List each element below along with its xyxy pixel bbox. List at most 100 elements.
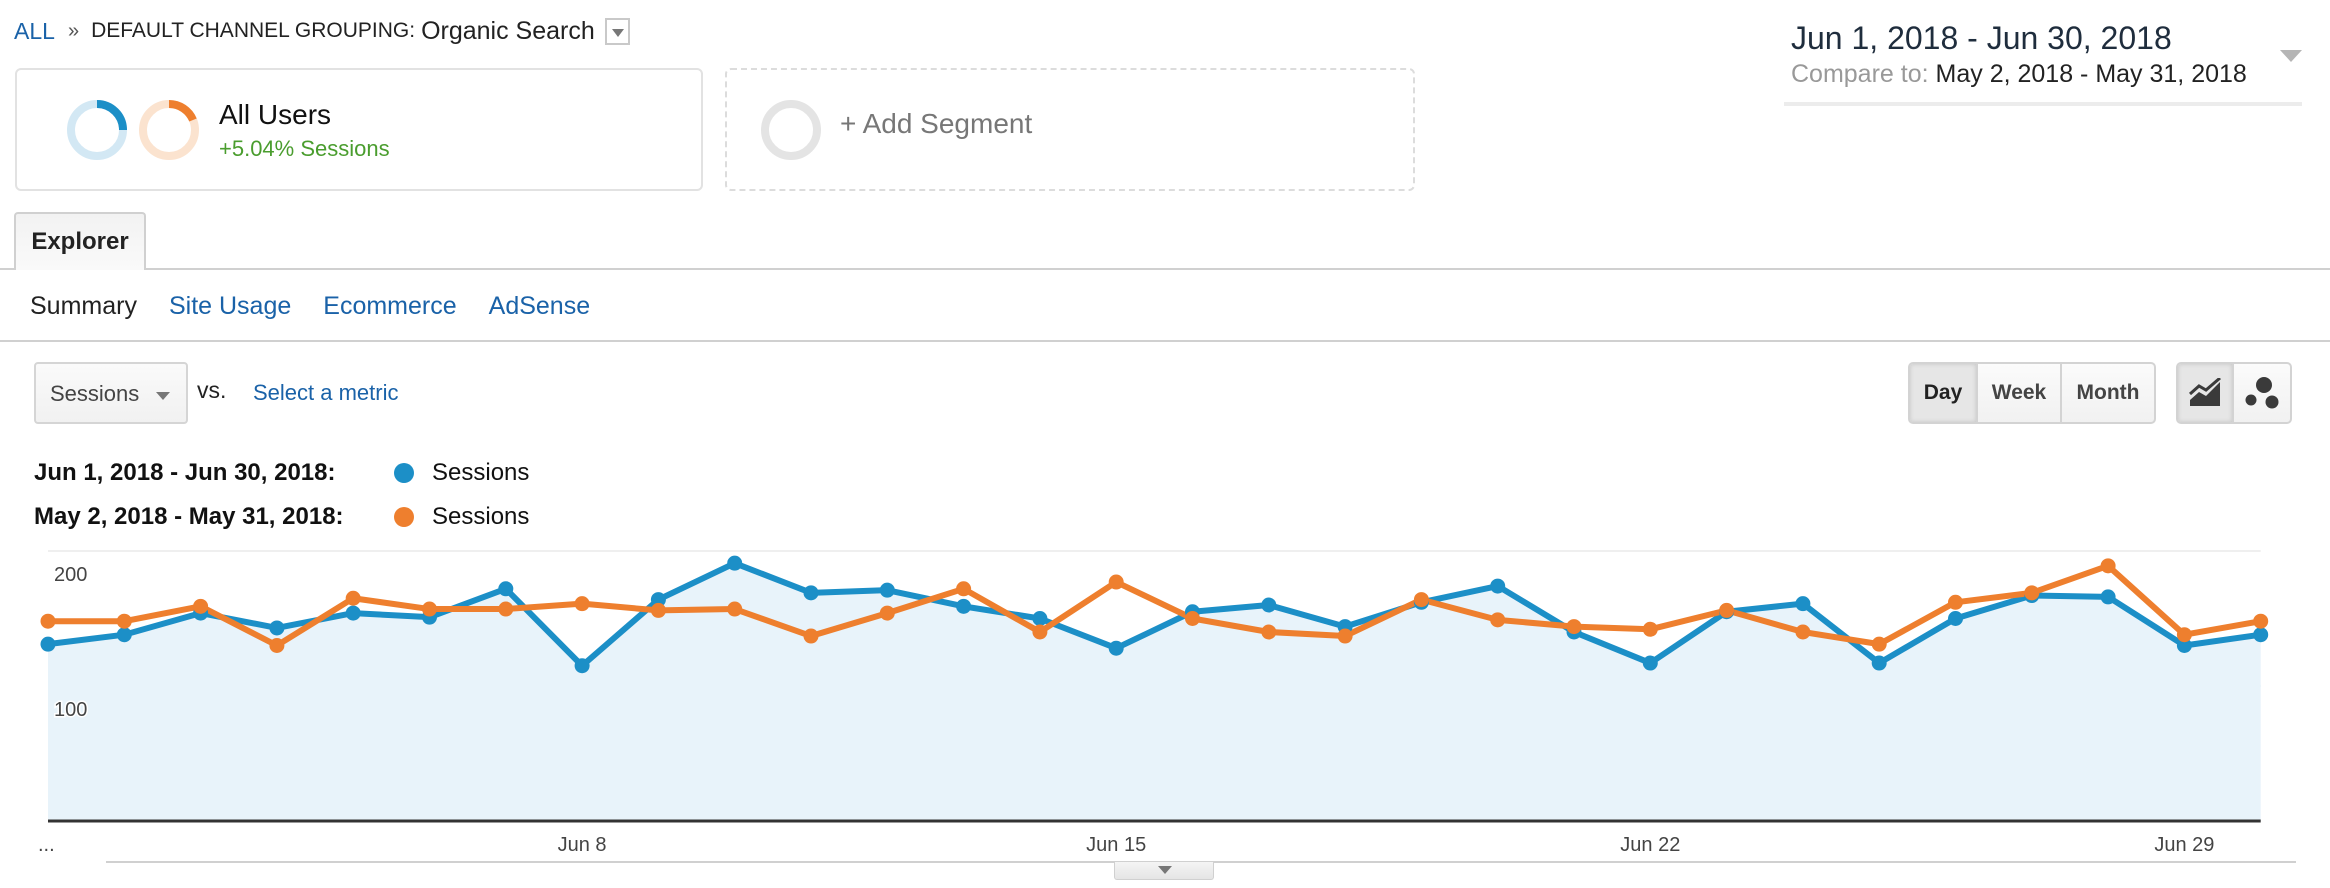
x-tick-label: Jun 22 [1620, 834, 1680, 856]
subtab-divider [0, 340, 2330, 342]
legend-item-compare: May 2, 2018 - May 31, 2018: Sessions [34, 502, 529, 532]
data-point [1032, 611, 1048, 626]
data-point [269, 620, 285, 636]
empty-segment-donut-icon [761, 100, 821, 160]
data-point [727, 555, 743, 571]
chart-type-toggle-group [2176, 362, 2292, 424]
data-point [1948, 611, 1963, 626]
data-point [193, 598, 209, 614]
date-range-main: Jun 1, 2018 - Jun 30, 2018 [1791, 20, 2172, 56]
line-chart-icon [2189, 378, 2221, 406]
data-point [2100, 589, 2116, 605]
x-tick-label: ... [38, 834, 55, 856]
data-point [574, 658, 590, 674]
legend-dot-icon [394, 507, 414, 527]
date-range-compare: Compare to: May 2, 2018 - May 31, 2018 [1791, 60, 2247, 89]
date-range-picker[interactable]: Jun 1, 2018 - Jun 30, 2018 Compare to: M… [1784, 18, 2302, 106]
segment-all-users[interactable]: All Users +5.04% Sessions [15, 68, 703, 191]
data-point [1566, 619, 1582, 635]
secondary-metric-link[interactable]: Select a metric [253, 380, 399, 406]
legend-range: May 2, 2018 - May 31, 2018: [34, 503, 344, 530]
data-point [40, 636, 56, 652]
data-point [956, 581, 972, 597]
x-tick-label: Jun 8 [558, 834, 607, 856]
sessions-line-chart: 100 200... Jun 8 Jun 15 Jun 22 Jun 29 [38, 550, 2269, 856]
add-segment-button[interactable]: + Add Segment [725, 68, 1415, 191]
data-point [956, 598, 972, 614]
data-point [2176, 627, 2192, 643]
data-point [1032, 624, 1048, 640]
data-point [498, 581, 514, 597]
data-point [879, 582, 895, 598]
data-point [269, 638, 285, 653]
data-point [1261, 624, 1277, 640]
breadcrumb: ALL » DEFAULT CHANNEL GROUPING: Organic … [14, 14, 630, 48]
subtab-site-usage[interactable]: Site Usage [169, 292, 291, 321]
explorer-subtabs: Summary Site Usage Ecommerce AdSense [30, 288, 622, 324]
compare-value: May 2, 2018 - May 31, 2018 [1935, 60, 2247, 88]
data-point [345, 605, 361, 621]
data-point [1871, 636, 1887, 652]
week-button[interactable]: Week [1978, 364, 2062, 422]
tab-explorer[interactable]: Explorer [14, 212, 146, 270]
vs-label: vs. [197, 377, 227, 403]
primary-metric-label: Sessions [50, 381, 140, 406]
segment-donut-compare-icon [139, 100, 199, 160]
month-button[interactable]: Month [2062, 364, 2154, 422]
data-point [2024, 585, 2040, 601]
compare-label: Compare to: [1791, 60, 1929, 88]
data-point [1948, 594, 1963, 610]
legend-item-primary: Jun 1, 2018 - Jun 30, 2018: Sessions [34, 458, 529, 488]
data-point [2253, 627, 2269, 643]
data-point [1108, 640, 1124, 656]
legend-metric: Sessions [432, 459, 530, 486]
data-point [2253, 613, 2269, 629]
add-segment-label: + Add Segment [840, 108, 1033, 139]
y-tick-label: 200 [54, 564, 87, 586]
chart-collapse-handle[interactable] [1114, 862, 1214, 880]
legend-range: Jun 1, 2018 - Jun 30, 2018: [34, 459, 336, 486]
data-point [803, 628, 819, 644]
data-point [803, 585, 819, 601]
motion-chart-button[interactable] [2234, 364, 2290, 422]
data-point [345, 590, 361, 606]
period-toggle-group: Day Week Month [1908, 362, 2156, 424]
data-point [498, 601, 514, 617]
data-point [727, 601, 743, 617]
data-point [879, 605, 895, 621]
motion-chart-icon [2245, 377, 2279, 409]
legend-dot-icon [394, 463, 414, 483]
data-point [1490, 578, 1506, 594]
data-point [2100, 558, 2116, 574]
data-point [1642, 655, 1658, 671]
data-point [1795, 624, 1811, 640]
dimension-dropdown-button[interactable] [604, 17, 630, 45]
data-point [1795, 596, 1811, 612]
line-chart-button[interactable] [2178, 364, 2235, 422]
breadcrumb-value: Organic Search [421, 16, 595, 45]
chevron-down-icon [2280, 50, 2302, 62]
subtab-ecommerce[interactable]: Ecommerce [323, 292, 456, 321]
data-point [1871, 655, 1887, 671]
breadcrumb-all-link[interactable]: ALL [14, 18, 55, 45]
data-point [116, 627, 132, 643]
data-point [422, 601, 437, 617]
data-point [1719, 602, 1735, 618]
y-tick-label: 100 [54, 699, 87, 721]
day-button[interactable]: Day [1910, 364, 1978, 422]
tab-divider [0, 268, 2330, 270]
data-point [1261, 597, 1277, 613]
breadcrumb-dimension: DEFAULT CHANNEL GROUPING: [91, 19, 416, 42]
segment-donut-primary-icon [67, 100, 127, 160]
x-tick-label: Jun 29 [2154, 834, 2214, 856]
segment-delta: +5.04% Sessions [219, 136, 390, 161]
subtab-adsense[interactable]: AdSense [489, 292, 590, 321]
data-point [1185, 611, 1200, 626]
data-point [1413, 592, 1429, 608]
breadcrumb-separator: » [67, 19, 80, 42]
segment-name: All Users [219, 99, 332, 130]
subtab-summary[interactable]: Summary [30, 292, 137, 321]
data-point [1337, 628, 1353, 644]
data-point [1642, 621, 1658, 637]
primary-metric-dropdown[interactable]: Sessions [34, 362, 188, 424]
